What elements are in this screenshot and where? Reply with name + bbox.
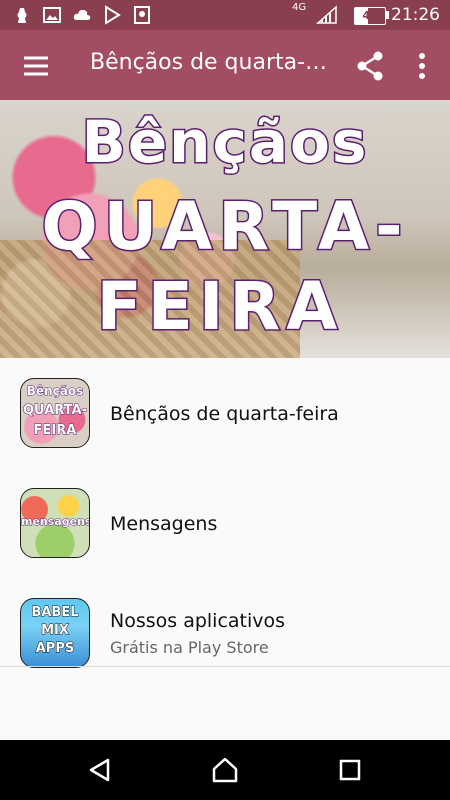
home-icon[interactable] <box>209 754 241 786</box>
more-vert-icon[interactable] <box>410 48 434 84</box>
page-title: Bênçãos de quarta-feira <box>90 50 330 75</box>
thumb-text-1: mensagens <box>21 515 90 529</box>
mensagens-thumbnail: mensagens <box>20 488 90 558</box>
list-item-bencaos[interactable]: Bênçãos QUARTA- FEIRA Bênçãos de quarta-… <box>0 358 450 468</box>
list-item-label: Mensagens <box>110 513 218 535</box>
thumb-text-2: QUARTA- <box>22 403 87 419</box>
location-icon <box>134 6 150 24</box>
list-item-nossos-aplicativos[interactable]: BABEL MIX APPS Nossos aplicativos Grátis… <box>0 578 450 688</box>
banner-line-1: Bênçãos <box>80 107 369 178</box>
list-item-sublabel: Grátis na Play Store <box>110 638 269 657</box>
network-label: 4G <box>292 2 307 13</box>
system-nav-bar <box>0 740 450 800</box>
hamburger-menu-icon[interactable] <box>16 46 56 86</box>
signal-icon <box>316 5 337 24</box>
bencaos-thumbnail: Bênçãos QUARTA- FEIRA <box>20 378 90 448</box>
header-banner: Bênçãos QUARTA- FEIRA <box>0 100 450 358</box>
banner-line-2: QUARTA- <box>40 187 409 267</box>
back-icon[interactable] <box>84 754 116 786</box>
list-divider <box>0 666 450 667</box>
cloud-icon <box>73 9 91 20</box>
clock: 21:26 <box>391 5 440 25</box>
thumb-text-3: FEIRA <box>33 423 77 439</box>
banner-line-3: FEIRA <box>95 267 344 347</box>
thumb-text-1: BABEL <box>31 605 79 621</box>
notification-icon <box>17 8 27 23</box>
babel-mix-apps-thumbnail: BABEL MIX APPS <box>20 598 90 668</box>
play-store-icon <box>105 5 121 25</box>
battery-tip <box>386 11 389 19</box>
image-icon <box>43 7 61 23</box>
recents-icon[interactable] <box>334 754 366 786</box>
thumb-text-3: APPS <box>35 641 75 657</box>
thumb-text-1: Bênçãos <box>26 384 84 399</box>
list-item-label: Bênçãos de quarta-feira <box>110 403 339 425</box>
list-item-label: Nossos aplicativos <box>110 610 286 632</box>
battery-indicator: 44 % <box>354 7 386 38</box>
thumb-text-2: MIX <box>41 623 70 639</box>
share-icon[interactable] <box>352 48 388 84</box>
list-item-mensagens[interactable]: mensagens Mensagens <box>0 468 450 578</box>
app-toolbar: Bênçãos de quarta-feira <box>0 30 450 100</box>
status-bar: 4G 44 % 21:26 <box>0 0 450 38</box>
